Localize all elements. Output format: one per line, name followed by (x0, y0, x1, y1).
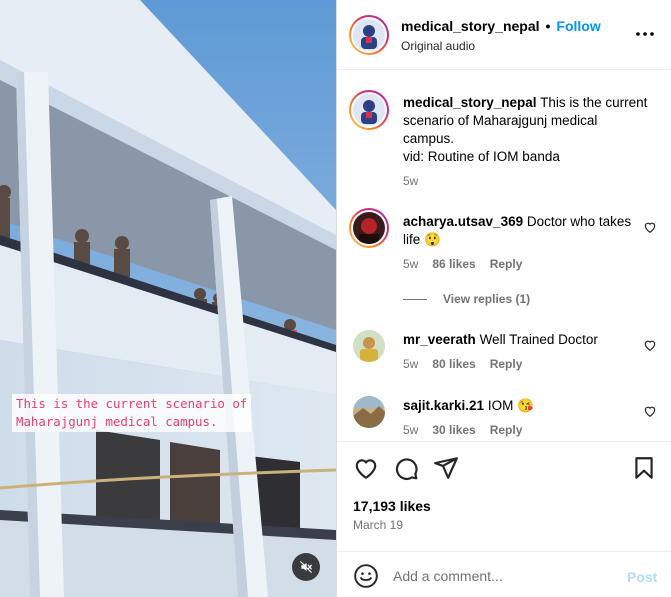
video-frame (0, 0, 336, 597)
reply-button[interactable]: Reply (490, 357, 523, 371)
author-line: medical_story_nepal • Follow (401, 18, 601, 34)
commenter-avatar[interactable] (353, 330, 385, 362)
mute-button[interactable] (292, 553, 320, 581)
add-comment-bar: Post (337, 551, 671, 597)
emoji-icon[interactable] (353, 563, 379, 589)
caption-username[interactable]: medical_story_nepal (403, 95, 537, 110)
commenter-avatar[interactable] (353, 396, 385, 428)
caption-meta: 5w (403, 174, 432, 188)
speaker-muted-icon (300, 561, 312, 573)
doctor-avatar-icon (353, 19, 385, 51)
likes-count[interactable]: 17,193 likes (353, 498, 431, 514)
comment-username[interactable]: acharya.utsav_369 (403, 214, 523, 229)
post-side-panel: medical_story_nepal • Follow Original audi… (336, 0, 671, 597)
author-avatar[interactable] (349, 15, 389, 55)
comment-username[interactable]: sajit.karki.21 (403, 398, 484, 413)
caption-time: 5w (403, 174, 419, 188)
caption-body: medical_story_nepal This is the current … (403, 94, 651, 166)
reply-button[interactable]: Reply (490, 257, 523, 271)
share-paper-plane-icon[interactable] (433, 455, 459, 481)
comment-text: IOM 😘 (487, 398, 534, 413)
comment-likes[interactable]: 86 likes (432, 257, 475, 271)
heart-outline-icon[interactable] (643, 338, 657, 352)
comment-body: sajit.karki.21 IOM 😘 (403, 397, 651, 415)
commenter-avatar[interactable] (349, 208, 389, 248)
comment-body: mr_veerath Well Trained Doctor (403, 331, 651, 349)
comment-likes[interactable]: 30 likes (432, 423, 475, 437)
reply-button[interactable]: Reply (490, 423, 523, 437)
comment-meta: 5w 86 likes Reply (403, 257, 536, 271)
replies-divider-line (403, 298, 427, 300)
comment-time: 5w (403, 257, 419, 271)
follow-button[interactable]: Follow (556, 18, 600, 34)
video-text-overlay: This is the current scenario of Maharajg… (12, 394, 252, 432)
overlay-line-2: Maharajgunj medical campus. (16, 414, 218, 429)
comment-meta: 5w 30 likes Reply (403, 423, 536, 437)
doctor-avatar-icon (353, 94, 385, 126)
ellipsis-icon (636, 32, 654, 36)
comment-text: Well Trained Doctor (479, 332, 598, 347)
comment-username[interactable]: mr_veerath (403, 332, 476, 347)
post-actions: 17,193 likes March 19 Post (337, 441, 671, 597)
person-avatar-icon (353, 330, 385, 362)
landscape-avatar-icon (353, 396, 385, 428)
post-header: medical_story_nepal • Follow Original audi… (337, 0, 671, 70)
overlay-line-1: This is the current scenario of (16, 396, 248, 411)
video-player[interactable]: This is the current scenario of Maharajg… (0, 0, 336, 597)
author-username[interactable]: medical_story_nepal (401, 18, 540, 34)
comment-bubble-icon[interactable] (393, 455, 419, 481)
caption-text-2: vid: Routine of IOM banda (403, 149, 560, 164)
audio-link[interactable]: Original audio (401, 39, 475, 53)
comment-time: 5w (403, 357, 419, 371)
view-replies-label: View replies (1) (443, 292, 531, 306)
view-replies-button[interactable]: View replies (1) (403, 292, 530, 306)
more-options-button[interactable] (634, 24, 656, 44)
comment-input[interactable] (393, 562, 613, 590)
post-date[interactable]: March 19 (353, 518, 403, 532)
comment-body: acharya.utsav_369 Doctor who takes life … (403, 213, 651, 249)
heart-outline-icon[interactable] (643, 220, 657, 234)
caption-avatar[interactable] (349, 90, 389, 130)
bookmark-icon[interactable] (631, 455, 657, 481)
post-comment-button[interactable]: Post (627, 569, 657, 585)
comment-likes[interactable]: 80 likes (432, 357, 475, 371)
post-dialog: This is the current scenario of Maharajg… (0, 0, 671, 597)
comment-time: 5w (403, 423, 419, 437)
comments-list[interactable]: medical_story_nepal This is the current … (337, 71, 671, 441)
comment-meta: 5w 80 likes Reply (403, 357, 536, 371)
like-heart-icon[interactable] (353, 455, 379, 481)
person-avatar-icon (353, 212, 385, 244)
separator-dot: • (545, 18, 551, 34)
heart-outline-icon[interactable] (643, 404, 657, 418)
